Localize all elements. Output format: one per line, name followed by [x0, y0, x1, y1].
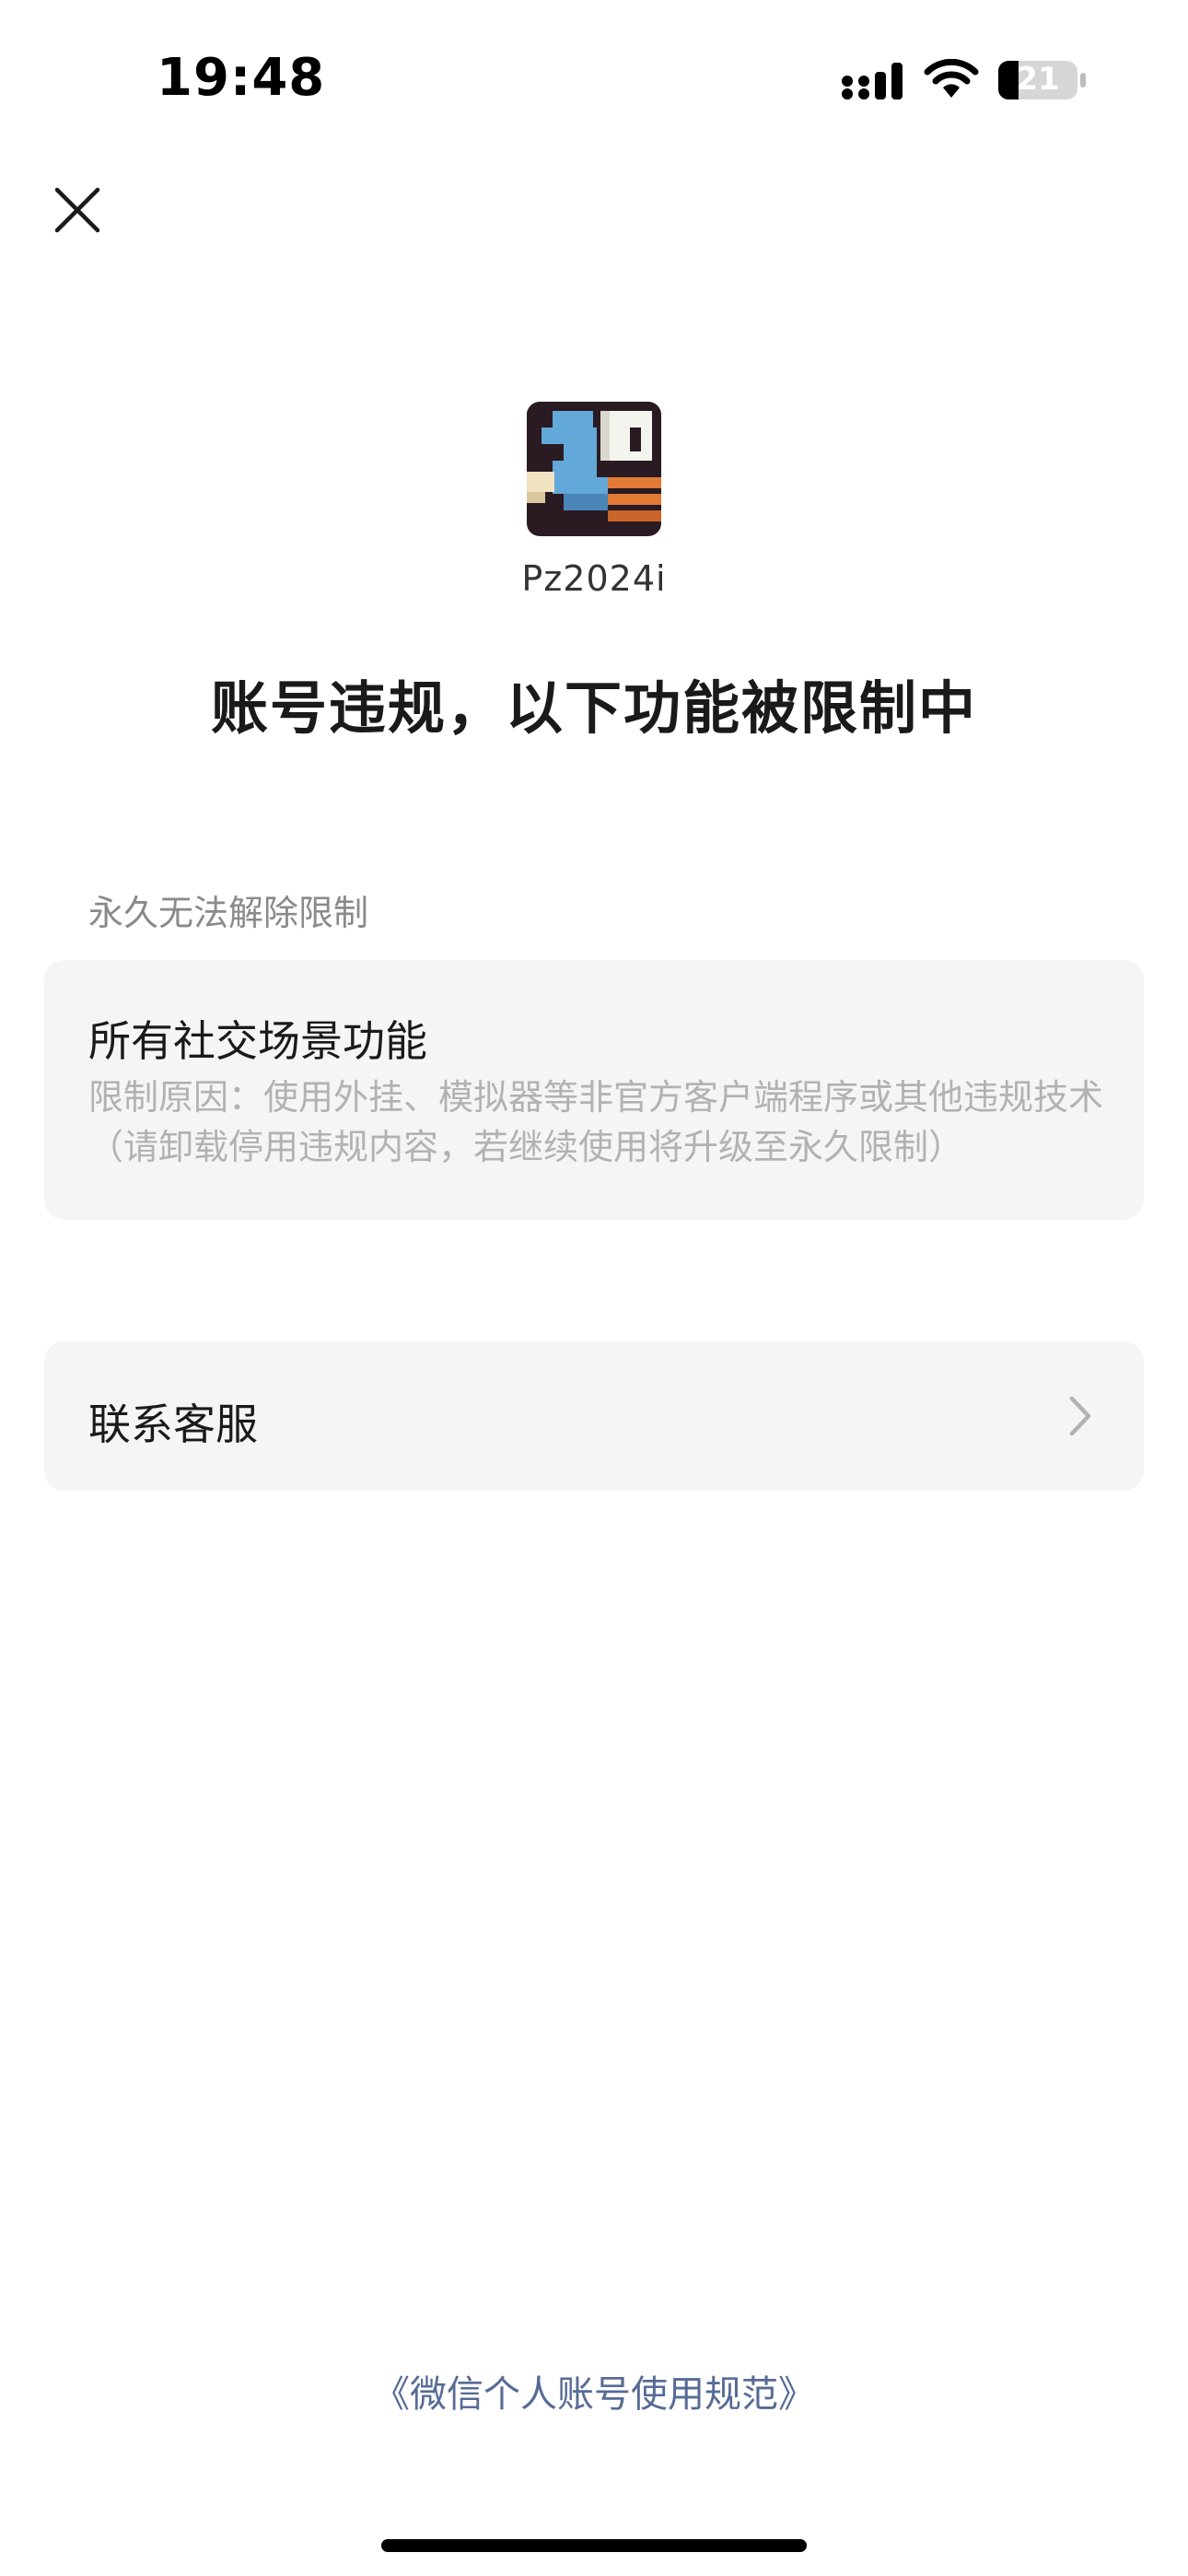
- page-title: 账号违规，以下功能被限制中: [210, 674, 977, 742]
- contact-support-button[interactable]: 联系客服: [44, 1341, 1144, 1491]
- usage-policy-link[interactable]: 《微信个人账号使用规范》: [0, 2364, 1188, 2418]
- wifi-icon: [924, 59, 979, 98]
- contact-support-label: 联系客服: [88, 1399, 258, 1449]
- signal-icon: [842, 63, 903, 100]
- restriction-title: 所有社交场景功能: [88, 1016, 427, 1066]
- restriction-reason: 限制原因：使用外挂、模拟器等非官方客户端程序或其他违规技术（请卸载停用违规内容，…: [88, 1077, 1104, 1167]
- section-label: 永久无法解除限制: [88, 893, 369, 933]
- pixel-bird-avatar: [527, 402, 661, 536]
- close-icon[interactable]: [52, 184, 103, 236]
- restriction-card: 所有社交场景功能 限制原因：使用外挂、模拟器等非官方客户端程序或其他违规技术（请…: [44, 960, 1144, 1220]
- battery-level: 21: [1016, 61, 1060, 98]
- chevron-right-icon: [1069, 1396, 1091, 1436]
- home-indicator: [381, 2539, 807, 2552]
- username: Pz2024i: [521, 558, 667, 599]
- status-time: 19:48: [157, 48, 326, 108]
